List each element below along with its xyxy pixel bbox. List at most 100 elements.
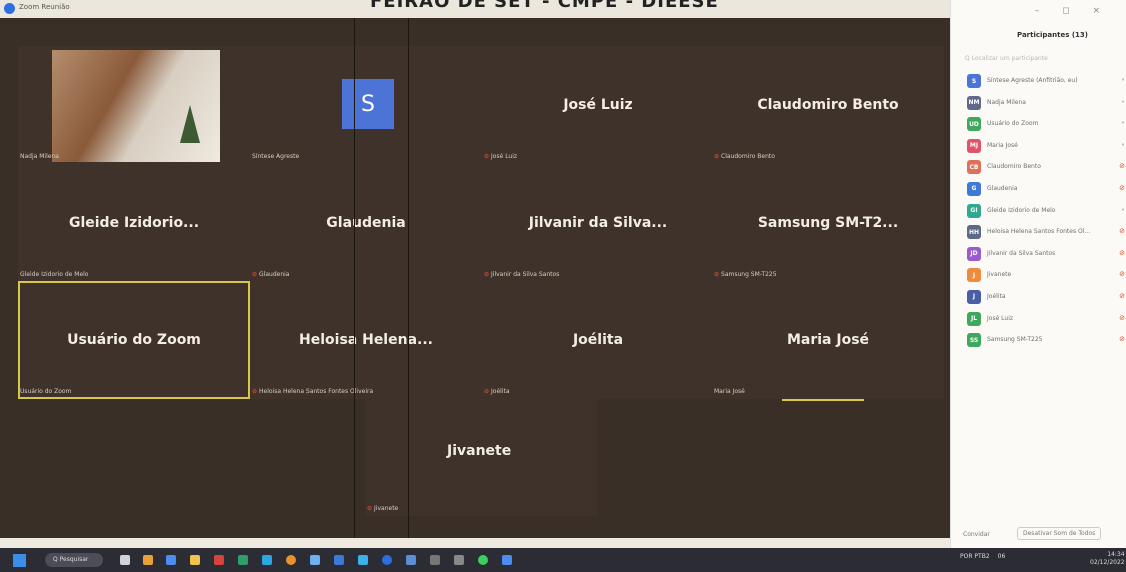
participant-avatar: S [967,74,981,88]
whatsapp-icon[interactable] [478,555,488,565]
participant-name: Heloisa Helena Santos Fontes Ol... [987,228,1091,236]
video-tile-jilvanir[interactable]: Jilvanir da Silva... ⊘ Jilvanir da Silva … [482,164,714,282]
participant-row[interactable]: S Síntese Agreste (Anfitrião, eu) • [965,72,1125,94]
muted-mic-icon: ⊘ [484,153,490,160]
mic-icon[interactable]: • [1121,119,1125,127]
invite-button[interactable]: Convidar [963,531,990,538]
participant-avatar: J [967,289,981,304]
muted-mic-icon[interactable]: ⊘ [1119,292,1125,300]
zoom-meeting-screen: Zoom Reunião FEIRÃO DE SET - CMPE - DIEE… [0,0,1126,572]
video-tile-jose-luiz[interactable]: José Luiz ⊘ José Luiz [482,46,714,164]
participant-avatar: J [967,268,981,283]
chrome-icon[interactable] [286,555,296,565]
video-tile-nadja[interactable]: Nadja Milena [18,46,250,164]
cropped-banner-text: FEIRÃO DE SET - CMPE - DIEESE [370,0,719,12]
zoom-taskbar-icon[interactable] [382,555,392,565]
participant-row[interactable]: J Joélita ⊘ [965,288,1125,310]
muted-mic-icon[interactable]: ⊘ [1119,249,1125,257]
tile-name-label: Maria José [714,388,745,395]
participant-row[interactable]: GI Gleide Izidorio de Melo • [965,202,1125,224]
video-tile-heloisa[interactable]: Heloisa Helena... ⊘ Heloisa Helena Santos… [250,281,482,399]
app-icon[interactable] [406,555,416,565]
app-icon[interactable] [214,555,224,565]
clock[interactable]: 14:34 02/12/2022 [1090,551,1125,567]
muted-mic-icon[interactable]: ⊘ [1119,314,1125,322]
video-tile-glaudenia[interactable]: Glaudenia ⊘ Glaudenia [250,164,482,282]
app-icon[interactable] [310,555,320,565]
muted-mic-icon: ⊘ [484,271,490,278]
participant-row[interactable]: MJ Maria José • [965,137,1125,159]
file-explorer-icon[interactable] [190,555,200,565]
video-tile-claudomiro[interactable]: Claudomiro Bento ⊘ Claudomiro Bento [712,46,944,164]
avatar-s: S [342,79,394,129]
tile-name-label: Síntese Agreste [252,153,300,160]
muted-mic-icon[interactable]: ⊘ [1119,270,1125,278]
window-controls[interactable]: – ◻ × [1035,6,1110,16]
participant-name: Jivanete [987,271,1012,279]
mic-icon[interactable]: • [1121,206,1125,214]
zoom-logo-icon [4,3,15,14]
participant-row[interactable]: HH Heloisa Helena Santos Fontes Ol... ⊘ [965,223,1125,245]
tile-name-label: ⊘ Jivanete [367,505,399,512]
app-icon[interactable] [454,555,464,565]
participant-search-input[interactable]: Q Localizar um participante [965,55,1048,62]
tile-display-name: Maria José [786,332,870,348]
tile-name-label: ⊘ Samsung SM-T225 [714,271,777,278]
task-view-icon[interactable] [120,555,130,565]
participant-row[interactable]: UD Usuário do Zoom • [965,115,1125,137]
mic-icon[interactable]: • [1121,76,1125,84]
muted-mic-icon[interactable]: ⊘ [1119,335,1125,343]
tile-display-name: Samsung SM-T2... [757,215,899,231]
participant-name: Usuário do Zoom [987,120,1039,128]
system-tray[interactable]: POR PTB2 06 [960,553,1013,560]
app-icon[interactable] [358,555,368,565]
app-icon[interactable] [430,555,440,565]
tile-display-name: José Luiz [563,97,633,113]
tile-name-label: Nadja Milena [20,153,59,160]
participant-avatar: MJ [967,138,981,153]
muted-mic-icon[interactable]: ⊘ [1119,184,1125,192]
participant-avatar: UD [967,117,981,132]
video-tile-maria-jose[interactable]: Maria José Maria José [712,281,944,399]
mic-icon[interactable]: • [1121,98,1125,106]
video-tile-samsung[interactable]: Samsung SM-T2... ⊘ Samsung SM-T225 [712,164,944,282]
video-tile-sintese[interactable]: S Síntese Agreste [250,46,482,164]
participant-row[interactable]: JD Jilvanir da Silva Santos ⊘ [965,245,1125,267]
tile-name-label: ⊘ Jilvanir da Silva Santos [484,271,560,278]
participant-name: Jilvanir da Silva Santos [987,249,1056,257]
video-tile-joelita[interactable]: Joélita ⊘ Joélita [482,281,714,399]
muted-mic-icon[interactable]: ⊘ [1119,227,1125,235]
excel-icon[interactable] [238,555,248,565]
muted-mic-icon[interactable]: ⊘ [1119,162,1125,170]
taskbar-search[interactable]: Q Pesquisar [45,553,103,567]
participant-avatar: CB [967,160,981,175]
participant-row[interactable]: NM Nadja Milena • [965,94,1125,116]
participant-name: Joélita [987,292,1006,300]
tile-name-label: ⊘ Joélita [484,388,510,395]
mic-icon[interactable]: • [1121,141,1125,149]
participants-list: S Síntese Agreste (Anfitrião, eu) • NM Nadja… [965,72,1125,353]
app-icon[interactable] [334,555,344,565]
windows-start-icon[interactable] [13,554,26,567]
active-speaker-indicator [782,399,864,401]
video-tile-usuario-zoom[interactable]: Usuário do Zoom Usuário do Zoom [18,281,250,399]
participant-row[interactable]: CB Claudomiro Bento ⊘ [965,158,1125,180]
edge-icon[interactable] [262,555,272,565]
christmas-tree-shape [180,105,200,143]
participant-row[interactable]: SS Samsung SM-T225 ⊘ [965,331,1125,353]
participant-row[interactable]: G Glaudenia ⊘ [965,180,1125,202]
tile-name-label: Usuário do Zoom [20,388,72,395]
tile-name-label: ⊘ José Luiz [484,153,518,160]
video-tile-gleide[interactable]: Gleide Izidorio... Gleide Izidorio de Me… [18,164,250,282]
participant-avatar: JL [967,311,981,326]
participant-row[interactable]: J Jivanete ⊘ [965,266,1125,288]
mute-all-button[interactable]: Desativar Som de Todos [1017,527,1102,540]
tile-name-label: ⊘ Claudomiro Bento [714,153,775,160]
participant-row[interactable]: JL José Luiz ⊘ [965,310,1125,332]
chat-icon[interactable] [166,555,176,565]
app-icon[interactable] [502,555,512,565]
widgets-icon[interactable] [143,555,153,565]
participants-panel: – ◻ × Participantes (13) Q Localizar um … [950,0,1126,548]
tile-name-label: Gleide Izidorio de Melo [20,271,89,278]
video-tile-jivanete[interactable]: Jivanete ⊘ Jivanete [365,398,597,516]
